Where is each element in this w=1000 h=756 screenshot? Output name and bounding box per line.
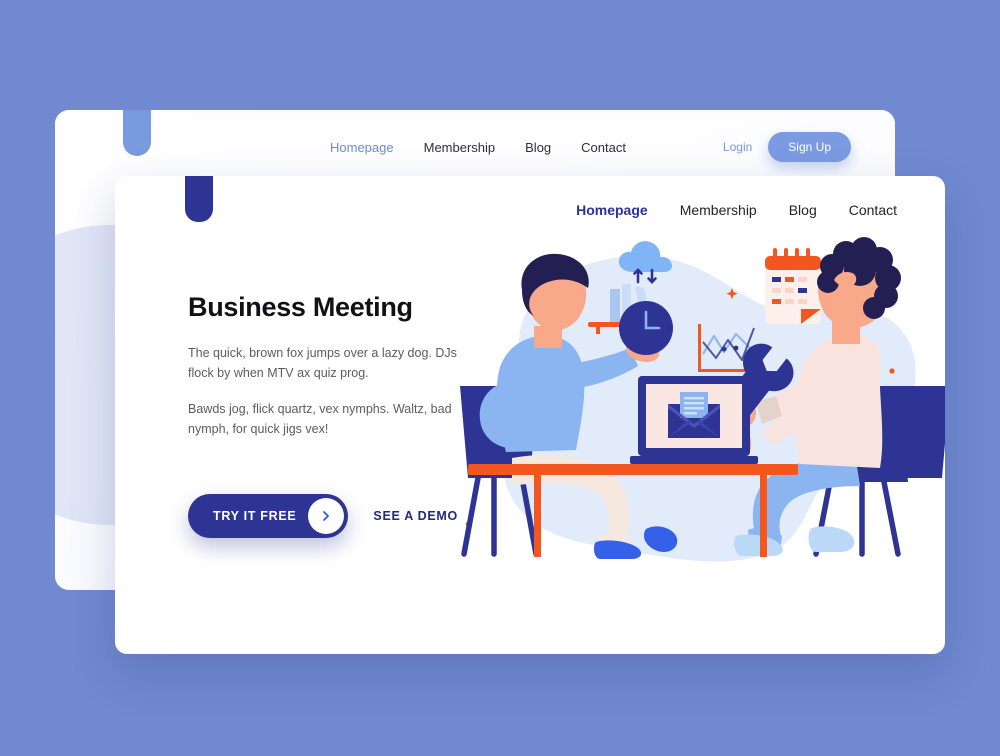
back-nav-item-blog[interactable]: Blog <box>525 140 551 155</box>
signup-button[interactable]: Sign Up <box>768 132 851 162</box>
laptop-email-icon <box>630 376 758 464</box>
front-nav-item-membership[interactable]: Membership <box>680 202 757 218</box>
see-a-demo-link[interactable]: SEE A DEMO <box>373 509 458 523</box>
business-meeting-illustration <box>460 236 945 626</box>
chevron-right-icon <box>308 498 345 534</box>
back-nav-item-homepage[interactable]: Homepage <box>330 140 394 155</box>
calendar-icon <box>765 248 821 324</box>
back-nav-item-membership[interactable]: Membership <box>424 140 496 155</box>
back-nav-actions: Login Sign Up <box>723 132 851 162</box>
front-nav-item-contact[interactable]: Contact <box>849 202 897 218</box>
back-nav-item-contact[interactable]: Contact <box>581 140 626 155</box>
hero-text-block: Business Meeting The quick, brown fox ju… <box>188 292 458 439</box>
cta-row: TRY IT FREE SEE A DEMO <box>188 494 458 538</box>
hero-paragraph-2: Bawds jog, flick quartz, vex nymphs. Wal… <box>188 401 452 436</box>
front-nav-links: Homepage Membership Blog Contact <box>576 202 897 218</box>
clock-icon <box>619 301 673 355</box>
page-title: Business Meeting <box>188 292 413 322</box>
back-card-navbar: Homepage Membership Blog Contact Login S… <box>55 132 895 162</box>
front-nav-item-blog[interactable]: Blog <box>789 202 817 218</box>
back-nav-links: Homepage Membership Blog Contact <box>330 140 626 155</box>
hero-paragraph-1: The quick, brown fox jumps over a lazy d… <box>188 346 457 381</box>
try-it-free-label: TRY IT FREE <box>213 509 297 523</box>
login-link[interactable]: Login <box>723 140 752 154</box>
front-card: Homepage Membership Blog Contact Busines… <box>115 176 945 654</box>
front-logo-icon[interactable] <box>185 176 213 222</box>
try-it-free-button[interactable]: TRY IT FREE <box>188 494 349 538</box>
front-nav-item-homepage[interactable]: Homepage <box>576 202 648 218</box>
